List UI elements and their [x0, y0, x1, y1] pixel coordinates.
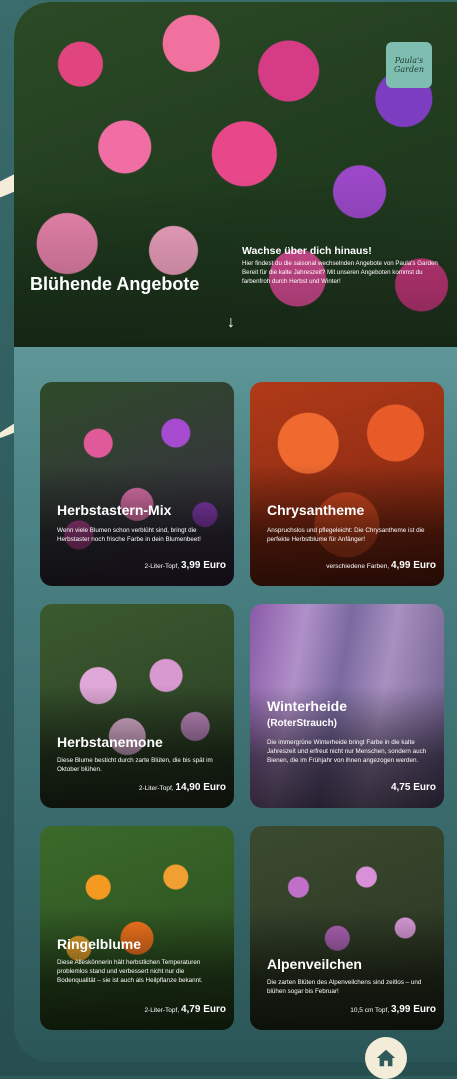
hero-image: Paula's Garden Blühende Angebote Wachse ü…	[14, 2, 457, 347]
card-subtitle: (RoterStrauch)	[267, 718, 338, 729]
offer-card[interactable]: Herbstanemone Diese Blume besticht durch…	[40, 604, 234, 808]
offer-card[interactable]: Winterheide (RoterStrauch) Die immergrün…	[250, 604, 444, 808]
card-price: 10,5 cm Topf, 3,99 Euro	[350, 1004, 436, 1015]
offer-card[interactable]: Chrysantheme Anspruchslos und pflegeleic…	[250, 382, 444, 586]
card-description: Diese Blume besticht durch zarte Blüten,…	[57, 757, 213, 773]
hero-headline: Wachse über dich hinaus!	[242, 245, 372, 257]
card-price: 2-Liter-Topf, 3,99 Euro	[144, 560, 226, 571]
offer-card[interactable]: Herbstastern-Mix Wenn viele Blumen schon…	[40, 382, 234, 586]
card-title: Ringelblume	[57, 936, 142, 952]
offer-card[interactable]: Alpenveilchen Die zarten Blüten des Alpe…	[250, 826, 444, 1030]
card-description: Wenn viele Blumen schon verblüht sind, b…	[57, 527, 201, 543]
card-description: Die zarten Blüten des Alpenveilchens sin…	[267, 979, 422, 995]
hero-text: Hier findest du die saisonal wechselnden…	[242, 260, 438, 285]
home-button[interactable]	[365, 1037, 407, 1079]
card-description: Die immergrüne Winterheide bringt Farbe …	[267, 739, 427, 764]
card-price: 2-Liter-Topf, 14,90 Euro	[138, 782, 226, 793]
card-title: Chrysantheme	[267, 502, 365, 518]
card-price: verschiedene Farben, 4,99 Euro	[326, 560, 436, 571]
card-price: 2-Liter-Topf, 4,79 Euro	[144, 1004, 226, 1015]
arrow-down-icon[interactable]: ↓	[227, 314, 235, 332]
home-icon	[376, 1049, 396, 1067]
hero-title: Blühende Angebote	[30, 274, 200, 294]
card-title: Winterheide	[267, 698, 347, 714]
card-price: 4,75 Euro	[390, 782, 436, 793]
card-title: Herbstanemone	[57, 734, 163, 750]
card-description: Diese Alleskönnerin hält herbstlichen Te…	[57, 959, 203, 984]
brand-logo[interactable]: Paula's Garden	[386, 42, 432, 88]
card-description: Anspruchslos und pflegeleicht: Die Chrys…	[267, 527, 425, 543]
card-title: Alpenveilchen	[267, 956, 362, 972]
offer-card[interactable]: Ringelblume Diese Alleskönnerin hält her…	[40, 826, 234, 1030]
card-title: Herbstastern-Mix	[57, 502, 172, 518]
content-frame: Paula's Garden Blühende Angebote Wachse ü…	[14, 2, 457, 1062]
